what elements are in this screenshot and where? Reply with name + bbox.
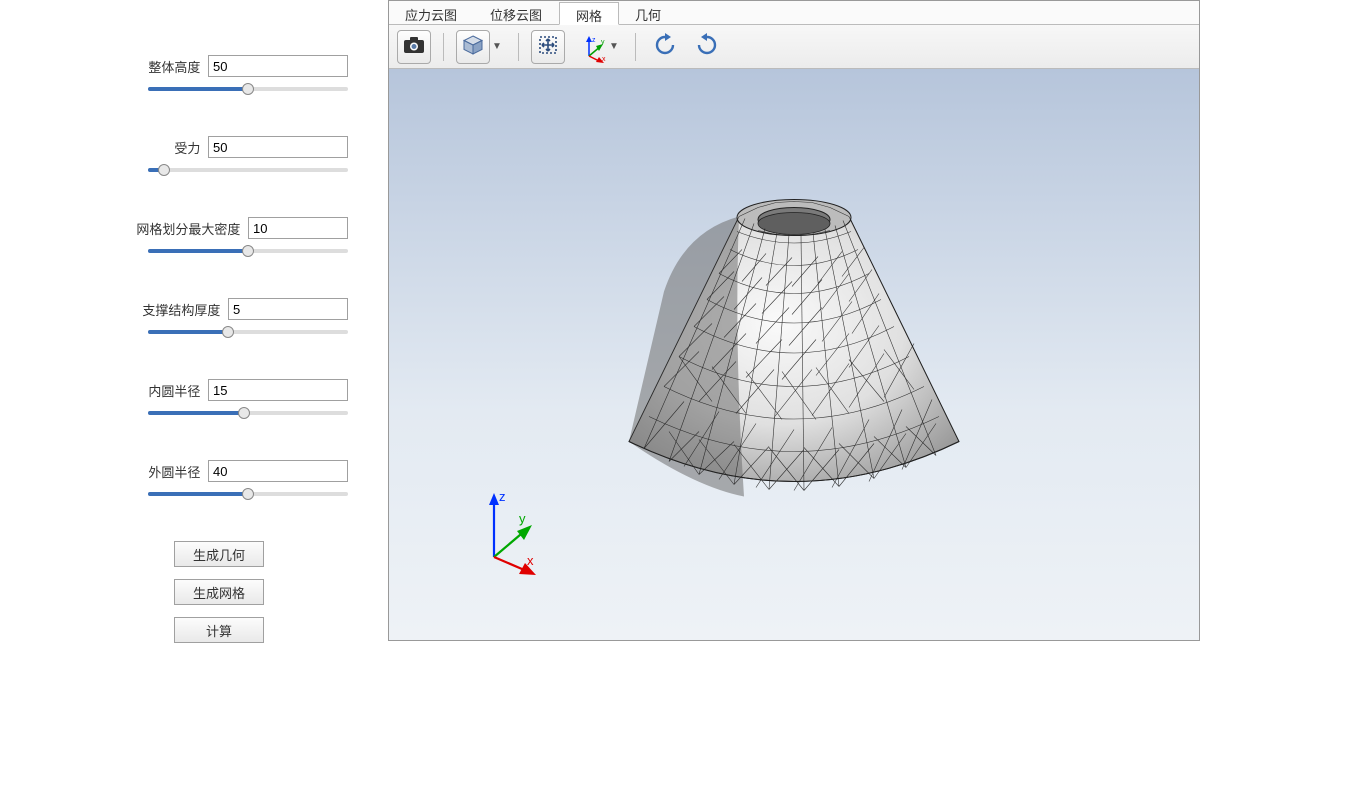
tab-displacement[interactable]: 位移云图 (474, 2, 559, 25)
rotate-right-button[interactable] (690, 30, 724, 64)
generate-geometry-button[interactable]: 生成几何 (174, 541, 264, 567)
tab-stress[interactable]: 应力云图 (389, 2, 474, 25)
axis-x-label: x (527, 553, 534, 568)
tab-geometry[interactable]: 几何 (619, 2, 678, 25)
tab-bar: 应力云图 位移云图 网格 几何 (389, 1, 1199, 25)
param-force-input[interactable] (208, 136, 348, 158)
compute-button[interactable]: 计算 (174, 617, 264, 643)
tab-mesh[interactable]: 网格 (559, 2, 619, 25)
param-height-label: 整体高度 (148, 57, 200, 76)
pan-zoom-button[interactable] (531, 30, 565, 64)
param-force-label: 受力 (174, 138, 200, 157)
axis-triad-small-icon: z y x (579, 34, 609, 64)
param-outer-radius-label: 外圆半径 (148, 462, 200, 481)
chevron-down-icon[interactable]: ▼ (492, 41, 506, 52)
chevron-down-icon[interactable]: ▼ (609, 41, 623, 52)
param-outer-radius-slider[interactable] (148, 487, 348, 501)
view-cube-group: ▼ (456, 30, 506, 64)
param-mesh-density: 网格划分最大密度 (80, 217, 358, 258)
axis-z-label: z (499, 489, 506, 504)
param-force: 受力 (80, 136, 358, 177)
mesh-model (544, 142, 1044, 545)
param-mesh-density-label: 网格划分最大密度 (136, 219, 240, 238)
camera-snapshot-button[interactable] (397, 30, 431, 64)
viewer-toolbar: ▼ z y x ▼ (389, 25, 1199, 69)
toolbar-separator (443, 33, 444, 61)
view-cube-button[interactable] (456, 30, 490, 64)
cube-icon (462, 34, 484, 59)
camera-icon (403, 36, 425, 57)
parameter-panel: 整体高度 受力 网格划分最大密度 支撑结构厚度 (0, 0, 388, 789)
param-height: 整体高度 (80, 55, 358, 96)
param-support-thickness-slider[interactable] (148, 325, 348, 339)
svg-text:z: z (592, 37, 596, 44)
param-outer-radius: 外圆半径 (80, 460, 358, 501)
param-force-slider[interactable] (148, 163, 348, 177)
toolbar-separator (635, 33, 636, 61)
axis-orientation-display: z y x ▼ (577, 32, 623, 62)
param-support-thickness-label: 支撑结构厚度 (142, 300, 220, 319)
param-inner-radius-input[interactable] (208, 379, 348, 401)
param-support-thickness-input[interactable] (228, 298, 348, 320)
rotate-left-button[interactable] (648, 30, 682, 64)
param-inner-radius-label: 内圆半径 (148, 381, 200, 400)
param-outer-radius-input[interactable] (208, 460, 348, 482)
svg-text:x: x (602, 56, 606, 63)
param-inner-radius: 内圆半径 (80, 379, 358, 420)
param-inner-radius-slider[interactable] (148, 406, 348, 420)
toolbar-separator (518, 33, 519, 61)
param-height-input[interactable] (208, 55, 348, 77)
axis-triad: z y x (469, 487, 559, 580)
rotate-ccw-icon (652, 32, 678, 61)
param-height-slider[interactable] (148, 82, 348, 96)
param-support-thickness: 支撑结构厚度 (80, 298, 358, 339)
viewer-panel: 应力云图 位移云图 网格 几何 ▼ (388, 0, 1200, 641)
param-mesh-density-input[interactable] (248, 217, 348, 239)
svg-text:y: y (601, 39, 605, 46)
arrows-out-icon (537, 34, 559, 59)
axis-y-label: y (519, 511, 526, 526)
action-buttons: 生成几何 生成网格 计算 (80, 541, 358, 643)
rotate-cw-icon (694, 32, 720, 61)
generate-mesh-button[interactable]: 生成网格 (174, 579, 264, 605)
3d-viewport[interactable]: z y x (389, 69, 1199, 640)
param-mesh-density-slider[interactable] (148, 244, 348, 258)
